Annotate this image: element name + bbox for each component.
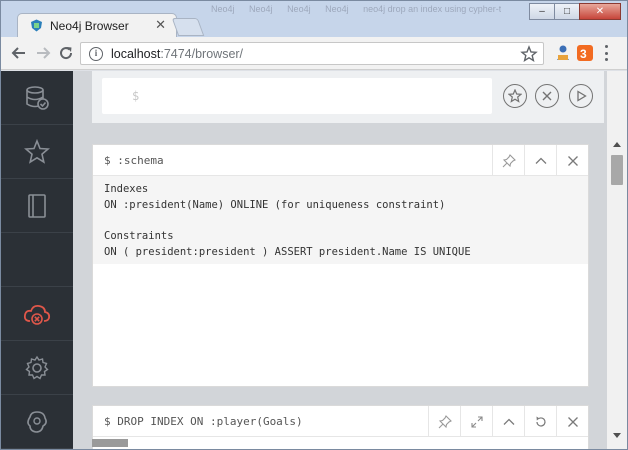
collapse-icon xyxy=(503,418,514,425)
indexes-title: Indexes xyxy=(104,183,149,195)
extension-user-icon[interactable] xyxy=(554,44,572,62)
settings-gear-icon xyxy=(25,355,49,380)
horizontal-scrollbar-thumb[interactable] xyxy=(92,439,128,447)
sidebar-item-settings[interactable] xyxy=(1,341,73,395)
main-content: $ $:schema Indexes ON:president(Name) … xyxy=(73,71,607,449)
pin-icon xyxy=(438,414,452,428)
drop-index-frame: $ DROP INDEX ON :player(Goals) xyxy=(92,405,589,449)
scroll-up-icon[interactable] xyxy=(613,141,621,147)
frame-header: $ DROP INDEX ON :player(Goals) xyxy=(93,406,588,437)
schema-result-frame: $ :schema Indexes ON:president(Name) ON… xyxy=(92,144,589,387)
collapse-frame-button[interactable] xyxy=(492,406,524,437)
star-outline-icon xyxy=(508,89,522,103)
query-editor-input[interactable]: $ xyxy=(102,78,492,114)
site-info-icon[interactable]: i xyxy=(89,47,103,61)
background-tabs: Neo4j Neo4j Neo4j Neo4j neo4j drop an in… xyxy=(211,4,501,18)
new-tab-button[interactable] xyxy=(171,18,205,36)
query-editor-frame: $ xyxy=(92,71,604,123)
background-tab[interactable]: Neo4j xyxy=(287,4,311,14)
editor-prompt: $ xyxy=(132,89,140,103)
constraints-title: Constraints xyxy=(104,230,174,242)
collapse-icon xyxy=(535,157,546,164)
forward-arrow-icon xyxy=(37,47,51,59)
browser-toolbar: i localhost:7474/browser/ 3 xyxy=(1,37,627,70)
close-frame-button[interactable] xyxy=(556,145,588,176)
clear-icon xyxy=(542,91,552,101)
database-icon xyxy=(26,85,49,110)
constraint-entry: ON ( president:president ) ASSERT presid… xyxy=(104,245,471,258)
collapse-frame-button[interactable] xyxy=(524,145,556,176)
close-frame-button[interactable] xyxy=(556,406,588,437)
run-query-button[interactable] xyxy=(569,84,593,108)
frame-command[interactable]: $ :schema xyxy=(104,154,164,167)
svg-text:3: 3 xyxy=(580,47,587,61)
url-host: localhost xyxy=(111,47,161,61)
sidebar-item-documents[interactable] xyxy=(1,179,73,233)
background-tab[interactable]: neo4j drop an index using cypher-the xyxy=(363,4,501,14)
reload-button[interactable] xyxy=(56,43,76,63)
neo4j-sidebar xyxy=(1,71,73,449)
extension-orange-icon[interactable]: 3 xyxy=(576,44,594,62)
forward-button[interactable] xyxy=(33,43,53,63)
rerun-icon xyxy=(535,416,546,427)
fullscreen-frame-button[interactable] xyxy=(460,406,492,437)
sidebar-item-favorites[interactable] xyxy=(1,125,73,179)
cloud-sync-icon xyxy=(23,304,51,325)
tab-close-button[interactable]: ✕ xyxy=(155,17,166,33)
frame-header: $ :schema xyxy=(93,145,588,176)
frame-actions xyxy=(428,406,588,437)
neo4j-favicon-icon xyxy=(31,19,42,32)
address-bar[interactable]: i localhost:7474/browser/ xyxy=(80,42,544,65)
active-tab[interactable]: Neo4j Browser ✕ xyxy=(17,13,177,37)
close-icon xyxy=(567,155,578,166)
pin-icon xyxy=(502,153,516,167)
background-tab[interactable]: Neo4j xyxy=(211,4,235,14)
vertical-scrollbar[interactable] xyxy=(607,71,627,449)
bookmark-star-icon[interactable] xyxy=(520,45,538,63)
schema-output: Indexes ON :president(Name) ONLINE (for … xyxy=(93,176,588,264)
page-viewport: $ $:schema Indexes ON:president(Name) … xyxy=(1,71,627,449)
url-path: :7474/browser/ xyxy=(160,47,244,61)
frame-actions xyxy=(492,145,588,176)
sidebar-item-empty xyxy=(1,233,73,287)
sidebar-item-about[interactable] xyxy=(1,395,73,449)
back-button[interactable] xyxy=(9,43,29,63)
maximize-button[interactable]: □ xyxy=(554,3,580,20)
browser-menu-icon[interactable] xyxy=(605,45,609,61)
tab-strip: Neo4j Neo4j Neo4j Neo4j neo4j drop an in… xyxy=(1,1,627,37)
background-tab[interactable]: Neo4j xyxy=(325,4,349,14)
index-entry: ON :president(Name) ONLINE (for uniquene… xyxy=(104,198,446,211)
pin-frame-button[interactable] xyxy=(428,406,460,437)
favorite-query-button[interactable] xyxy=(503,84,527,108)
url-text: localhost:7474/browser/ xyxy=(111,47,243,61)
play-icon xyxy=(577,90,587,102)
close-icon xyxy=(567,416,578,427)
expand-icon xyxy=(470,415,483,428)
browser-window: Neo4j Neo4j Neo4j Neo4j neo4j drop an in… xyxy=(0,0,628,450)
sidebar-item-database[interactable] xyxy=(1,71,73,125)
background-tab[interactable]: Neo4j xyxy=(249,4,273,14)
minimize-button[interactable]: – xyxy=(529,3,555,20)
clear-query-button[interactable] xyxy=(535,84,559,108)
rerun-frame-button[interactable] xyxy=(524,406,556,437)
frame-command[interactable]: $ DROP INDEX ON :player(Goals) xyxy=(104,415,303,428)
window-controls: – □ ✕ xyxy=(529,3,621,21)
reload-icon xyxy=(60,47,73,60)
tab-title: Neo4j Browser xyxy=(50,19,129,33)
book-icon xyxy=(28,193,46,218)
back-arrow-icon xyxy=(11,47,25,59)
about-icon xyxy=(27,410,47,433)
close-window-button[interactable]: ✕ xyxy=(579,3,621,20)
sidebar-item-sync[interactable] xyxy=(1,287,73,341)
pin-frame-button[interactable] xyxy=(492,145,524,176)
star-icon xyxy=(24,138,50,164)
scrollbar-thumb[interactable] xyxy=(611,155,623,185)
scroll-down-icon[interactable] xyxy=(613,433,621,439)
